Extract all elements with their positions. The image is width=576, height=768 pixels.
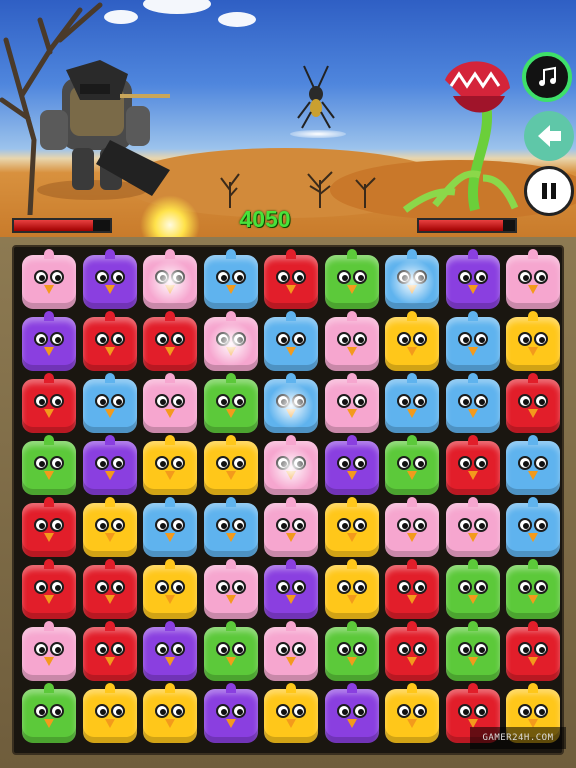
bird-tile-pink[interactable]	[324, 373, 379, 433]
sparkle-effect	[389, 259, 435, 305]
bird-tile-yellow[interactable]	[143, 683, 197, 743]
bird-tile-red[interactable]	[82, 311, 137, 371]
bird-tile-red[interactable]	[506, 621, 560, 681]
bird-tile-green[interactable]	[445, 559, 500, 619]
bird-tile-yellow[interactable]	[264, 683, 318, 743]
back-button[interactable]	[524, 111, 574, 161]
player-health-fill	[14, 220, 93, 231]
bird-tile-yellow[interactable]	[324, 559, 379, 619]
bird-tile-purple[interactable]	[82, 249, 137, 309]
watermark: GAMER24H.COM	[470, 727, 566, 749]
bird-tile-red[interactable]	[22, 559, 76, 619]
match-board	[12, 245, 564, 755]
bird-tile-green[interactable]	[324, 621, 379, 681]
bird-tile-red[interactable]	[143, 311, 197, 371]
bird-tile-yellow[interactable]	[506, 311, 560, 371]
back-arrow-icon	[538, 125, 561, 147]
bird-tile-yellow[interactable]	[82, 683, 137, 743]
bird-tile-yellow[interactable]	[82, 497, 137, 557]
bird-tile-pink[interactable]	[264, 497, 318, 557]
bird-tile-blue[interactable]	[264, 373, 318, 433]
board-frame	[0, 237, 576, 768]
bird-tile-pink[interactable]	[22, 621, 76, 681]
bird-tile-green[interactable]	[445, 621, 500, 681]
bird-tile-pink[interactable]	[143, 373, 197, 433]
sparkle-effect	[268, 383, 314, 429]
bird-tile-pink[interactable]	[203, 311, 258, 371]
cloud	[218, 12, 256, 27]
bird-tile-blue[interactable]	[203, 497, 258, 557]
sparkle-effect	[147, 259, 193, 305]
bird-tile-purple[interactable]	[264, 559, 318, 619]
pause-button[interactable]	[524, 166, 574, 216]
bird-tile-red[interactable]	[82, 621, 137, 681]
bird-tile-red[interactable]	[82, 559, 137, 619]
enemy-health-fill	[419, 220, 504, 231]
bird-tile-blue[interactable]	[385, 373, 439, 433]
music-note-icon	[539, 66, 556, 86]
bird-tile-yellow[interactable]	[143, 559, 197, 619]
pause-icon	[542, 183, 556, 199]
bird-tile-green[interactable]	[385, 435, 439, 495]
bird-tile-red[interactable]	[445, 435, 500, 495]
bird-tile-pink[interactable]	[203, 559, 258, 619]
bird-tile-pink[interactable]	[264, 621, 318, 681]
bird-tile-pink[interactable]	[324, 311, 379, 371]
bird-tile-purple[interactable]	[324, 435, 379, 495]
dead-tree-icon	[307, 171, 333, 208]
bird-tile-blue[interactable]	[203, 249, 258, 309]
bird-tile-pink[interactable]	[445, 497, 500, 557]
bird-tile-yellow[interactable]	[324, 497, 379, 557]
bird-tile-green[interactable]	[324, 249, 379, 309]
music-toggle-button[interactable]	[522, 52, 572, 102]
bird-tile-blue[interactable]	[264, 311, 318, 371]
sparkle-effect	[207, 321, 254, 367]
bird-tile-yellow[interactable]	[385, 683, 439, 743]
bird-tile-pink[interactable]	[385, 497, 439, 557]
bird-tile-red[interactable]	[22, 373, 76, 433]
bird-tile-purple[interactable]	[445, 249, 500, 309]
bird-tile-red[interactable]	[22, 497, 76, 557]
bird-tile-purple[interactable]	[203, 683, 258, 743]
score-display: 4050	[239, 206, 291, 232]
bird-tile-pink[interactable]	[143, 249, 197, 309]
bird-tile-blue[interactable]	[445, 373, 500, 433]
armored-warrior-icon	[37, 60, 170, 200]
bird-tile-red[interactable]	[264, 249, 318, 309]
bird-tile-green[interactable]	[22, 683, 76, 743]
bird-tile-yellow[interactable]	[203, 435, 258, 495]
bird-tile-purple[interactable]	[143, 621, 197, 681]
bird-tile-purple[interactable]	[324, 683, 379, 743]
bird-tile-red[interactable]	[385, 559, 439, 619]
bird-tile-red[interactable]	[385, 621, 439, 681]
sparkle-effect	[268, 445, 314, 491]
bird-tile-blue[interactable]	[385, 249, 439, 309]
bird-tile-purple[interactable]	[82, 435, 137, 495]
bird-tile-blue[interactable]	[143, 497, 197, 557]
bird-tile-green[interactable]	[22, 435, 76, 495]
bird-tile-purple[interactable]	[22, 311, 76, 371]
battle-scene	[0, 0, 576, 240]
light-glint	[290, 130, 346, 138]
bird-tile-yellow[interactable]	[385, 311, 439, 371]
bird-tile-green[interactable]	[506, 559, 560, 619]
bird-tile-blue[interactable]	[445, 311, 500, 371]
bird-tile-red[interactable]	[506, 373, 560, 433]
player-health-bar	[12, 218, 112, 233]
bird-tile-yellow[interactable]	[143, 435, 197, 495]
enemy-health-bar	[417, 218, 517, 233]
bird-tile-green[interactable]	[203, 621, 258, 681]
bird-tile-blue[interactable]	[82, 373, 137, 433]
bird-tile-blue[interactable]	[506, 435, 560, 495]
bird-tile-green[interactable]	[203, 373, 258, 433]
dead-tree-icon	[355, 177, 376, 208]
bird-tile-pink[interactable]	[264, 435, 318, 495]
bird-tile-pink[interactable]	[22, 249, 76, 309]
flying-insect-icon	[297, 65, 335, 129]
dead-tree-icon	[220, 173, 240, 208]
bird-tile-pink[interactable]	[506, 249, 560, 309]
bird-tile-blue[interactable]	[506, 497, 560, 557]
